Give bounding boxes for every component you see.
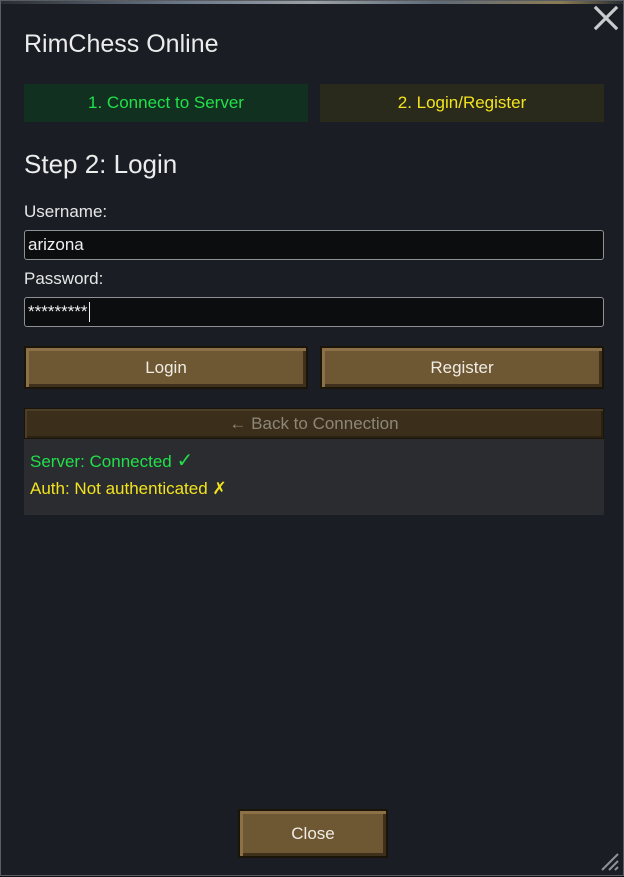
username-value: arizona (28, 235, 84, 254)
text-caret (88, 302, 90, 322)
login-button[interactable]: Login (24, 346, 308, 389)
password-field[interactable]: ********* (24, 297, 604, 327)
rimchess-dialog-window: RimChess Online 1. Connect to Server 2. … (0, 0, 624, 876)
tab-login-register[interactable]: 2. Login/Register (320, 84, 604, 122)
tab-connect-to-server[interactable]: 1. Connect to Server (24, 84, 308, 122)
username-label: Username: (24, 202, 108, 221)
username-field[interactable]: arizona (24, 230, 604, 260)
register-button-label: Register (430, 357, 494, 377)
server-status: Server: Connected ✓ (30, 448, 193, 473)
tab-connect-label: 1. Connect to Server (88, 93, 244, 112)
status-panel: Server: Connected ✓ Auth: Not authentica… (24, 439, 604, 515)
register-button[interactable]: Register (320, 346, 604, 389)
password-label: Password: (24, 269, 104, 288)
close-button[interactable]: Close (238, 809, 388, 858)
close-button-label: Close (291, 823, 335, 843)
back-button-label: ← Back to Connection (229, 413, 399, 433)
login-button-label: Login (145, 357, 187, 377)
background-strip (1, 1, 623, 4)
password-value: ********* (28, 302, 88, 321)
close-x-icon[interactable] (593, 5, 619, 31)
server-status-text: Server: Connected (30, 452, 177, 471)
tab-login-label: 2. Login/Register (397, 93, 527, 112)
resize-grip-icon[interactable] (598, 850, 620, 872)
checkmark-icon: ✓ (176, 450, 194, 472)
back-to-connection-button[interactable]: ← Back to Connection (24, 408, 604, 439)
window-title: RimChess Online (24, 30, 219, 58)
auth-status-text: Auth: Not authenticated (30, 479, 213, 498)
step-heading: Step 2: Login (24, 149, 178, 179)
cross-icon: ✗ (212, 479, 227, 498)
auth-status: Auth: Not authenticated ✗ (30, 479, 227, 499)
